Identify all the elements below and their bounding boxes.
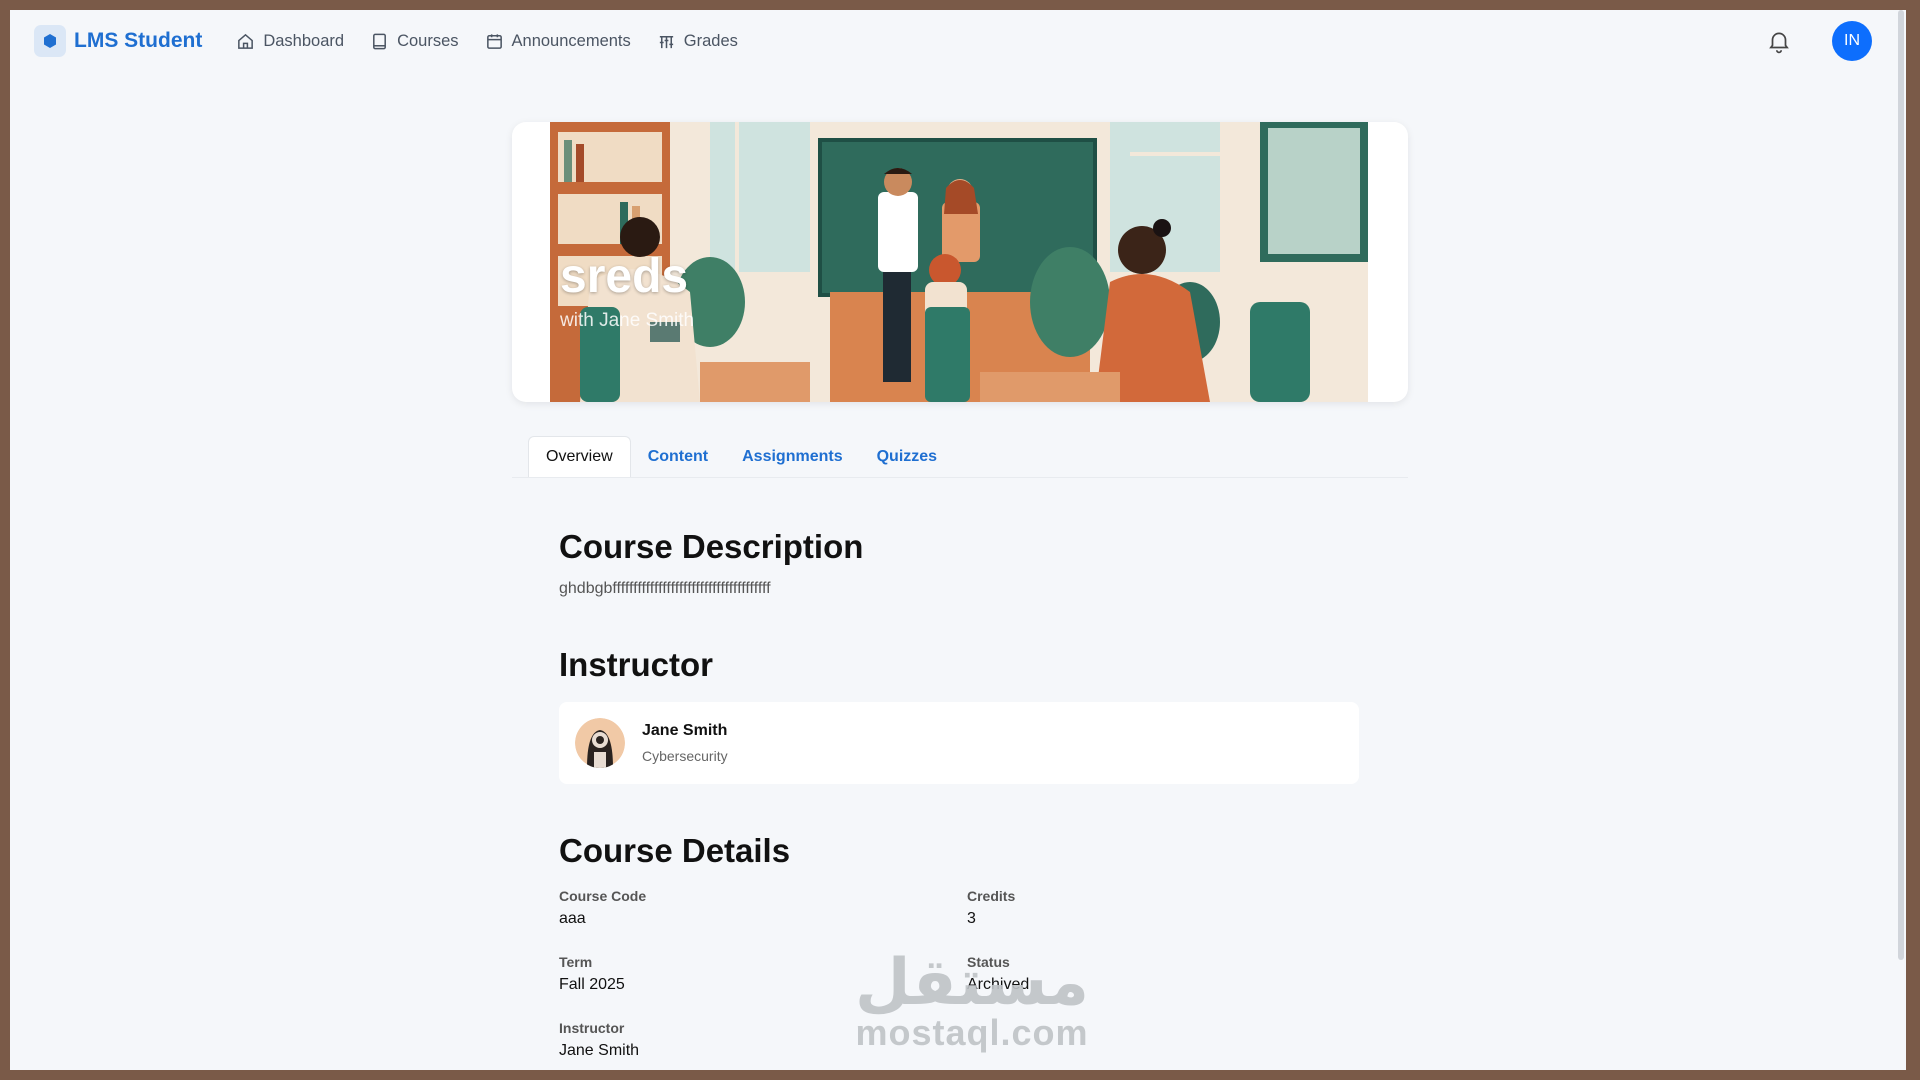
watermark-arabic: مستقل	[854, 946, 1090, 1020]
grades-icon	[659, 35, 673, 48]
home-icon	[238, 33, 254, 49]
detail-value: 3	[967, 910, 976, 927]
instructor-name: Jane Smith	[642, 722, 728, 739]
course-hero-banner: sreds with Jane Smith	[512, 122, 1408, 402]
instructor-avatar	[575, 718, 625, 768]
hexagon-icon	[34, 25, 66, 57]
instructor-info: Jane Smith Cybersecurity	[642, 722, 728, 764]
nav-grades-label: Grades	[683, 31, 738, 50]
watermark: مستقل mostaql.com	[852, 948, 1092, 1054]
scrollbar[interactable]	[1898, 10, 1904, 960]
nav-right-actions: IN	[1766, 21, 1872, 61]
nav-courses-label: Courses	[397, 31, 459, 50]
course-tabs: Overview Content Assignments Quizzes	[528, 436, 954, 477]
book-icon	[373, 33, 387, 49]
bell-icon[interactable]	[1766, 28, 1792, 54]
nav-announcements[interactable]: Announcements	[485, 32, 631, 51]
detail-label: Credits	[967, 888, 1016, 904]
tab-content[interactable]: Content	[631, 436, 725, 477]
nav-announcements-label: Announcements	[511, 31, 631, 50]
app-window: LMS Student Dashboard Courses Announceme…	[10, 10, 1906, 1070]
detail-label: Course Code	[559, 888, 647, 904]
detail-credits: Credits 3	[967, 888, 1267, 928]
course-title: sreds	[560, 250, 689, 303]
tab-quizzes[interactable]: Quizzes	[860, 436, 954, 477]
description-heading: Course Description	[559, 528, 864, 565]
course-description: ghdbgbffffffffffffffffffffffffffffffffff…	[559, 580, 771, 597]
brand-logo[interactable]: LMS Student	[34, 25, 202, 57]
detail-course-code: Course Code aaa	[559, 888, 967, 928]
instructor-department: Cybersecurity	[642, 748, 728, 764]
brand-name: LMS Student	[74, 29, 203, 52]
calendar-icon	[486, 33, 502, 49]
details-heading: Course Details	[559, 832, 791, 869]
nav-dashboard-label: Dashboard	[263, 31, 345, 50]
user-avatar[interactable]: IN	[1832, 21, 1872, 61]
detail-value: aaa	[559, 910, 586, 927]
instructor-card[interactable]: Jane Smith Cybersecurity	[559, 702, 1359, 784]
tab-assignments[interactable]: Assignments	[725, 436, 859, 477]
watermark-latin: mostaql.com	[855, 1012, 1089, 1053]
instructor-heading: Instructor	[559, 646, 714, 683]
tab-overview[interactable]: Overview	[528, 436, 631, 477]
nav-grades[interactable]: Grades	[657, 32, 738, 51]
nav-courses[interactable]: Courses	[370, 31, 459, 51]
course-subtitle: with Jane Smith	[560, 310, 695, 331]
nav-dashboard[interactable]: Dashboard	[236, 32, 344, 51]
top-navigation: LMS Student Dashboard Courses Announceme…	[10, 10, 1906, 72]
